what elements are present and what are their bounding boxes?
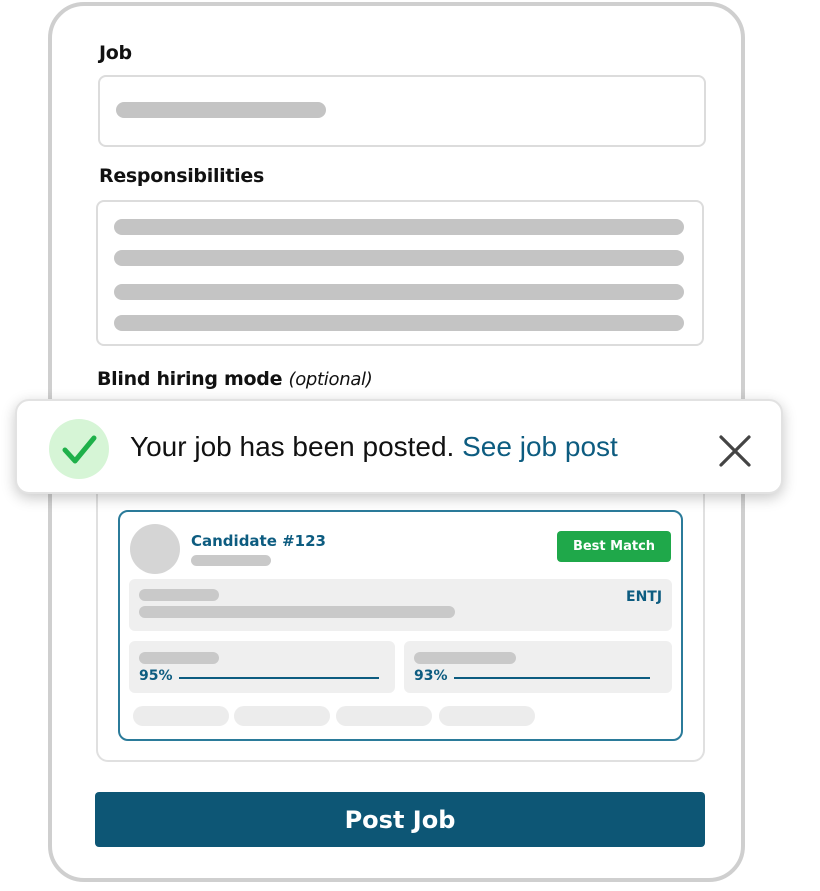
post-job-button[interactable]: Post Job xyxy=(95,792,705,847)
optional-tag: (optional) xyxy=(288,369,373,390)
responsibilities-textarea[interactable] xyxy=(96,200,704,346)
blind-hiring-label: Blind hiring mode (optional) xyxy=(97,368,373,390)
placeholder-line xyxy=(114,219,684,235)
placeholder-line xyxy=(191,555,271,566)
job-label: Job xyxy=(99,42,132,64)
metric-1-bar xyxy=(179,677,379,679)
metric-1-value: 95% xyxy=(139,668,173,684)
placeholder-line xyxy=(414,652,516,664)
toast-text: Your job has been posted. xyxy=(130,431,455,462)
tag-pill xyxy=(234,706,330,726)
placeholder-line xyxy=(116,102,326,118)
placeholder-line xyxy=(114,315,684,331)
metric-panel-2: 93% xyxy=(404,641,672,693)
responsibilities-label: Responsibilities xyxy=(99,165,264,187)
metric-2-value: 93% xyxy=(414,668,448,684)
tag-pill xyxy=(133,706,229,726)
tag-pill xyxy=(439,706,535,726)
blind-hiring-title: Blind hiring mode xyxy=(97,368,283,390)
info-panel: ENTJ xyxy=(129,579,672,631)
avatar xyxy=(130,524,180,574)
placeholder-line xyxy=(139,589,219,601)
toast-message: Your job has been posted. See job post xyxy=(130,431,618,463)
candidate-name: Candidate #123 xyxy=(191,532,326,550)
success-toast: Your job has been posted. See job post xyxy=(15,399,783,494)
candidate-card[interactable]: Candidate #123 Best Match ENTJ 95% 93% xyxy=(118,510,683,741)
check-icon xyxy=(49,419,109,479)
tag-pill xyxy=(336,706,432,726)
personality-type: ENTJ xyxy=(626,589,663,605)
placeholder-line xyxy=(114,250,684,266)
see-job-post-link[interactable]: See job post xyxy=(462,431,618,462)
metric-2-bar xyxy=(454,677,650,679)
best-match-badge: Best Match xyxy=(557,531,671,562)
close-icon[interactable] xyxy=(717,433,753,469)
placeholder-line xyxy=(114,284,684,300)
job-input[interactable] xyxy=(98,75,706,147)
placeholder-line xyxy=(139,606,455,618)
placeholder-line xyxy=(139,652,219,664)
metric-panel-1: 95% xyxy=(129,641,395,693)
